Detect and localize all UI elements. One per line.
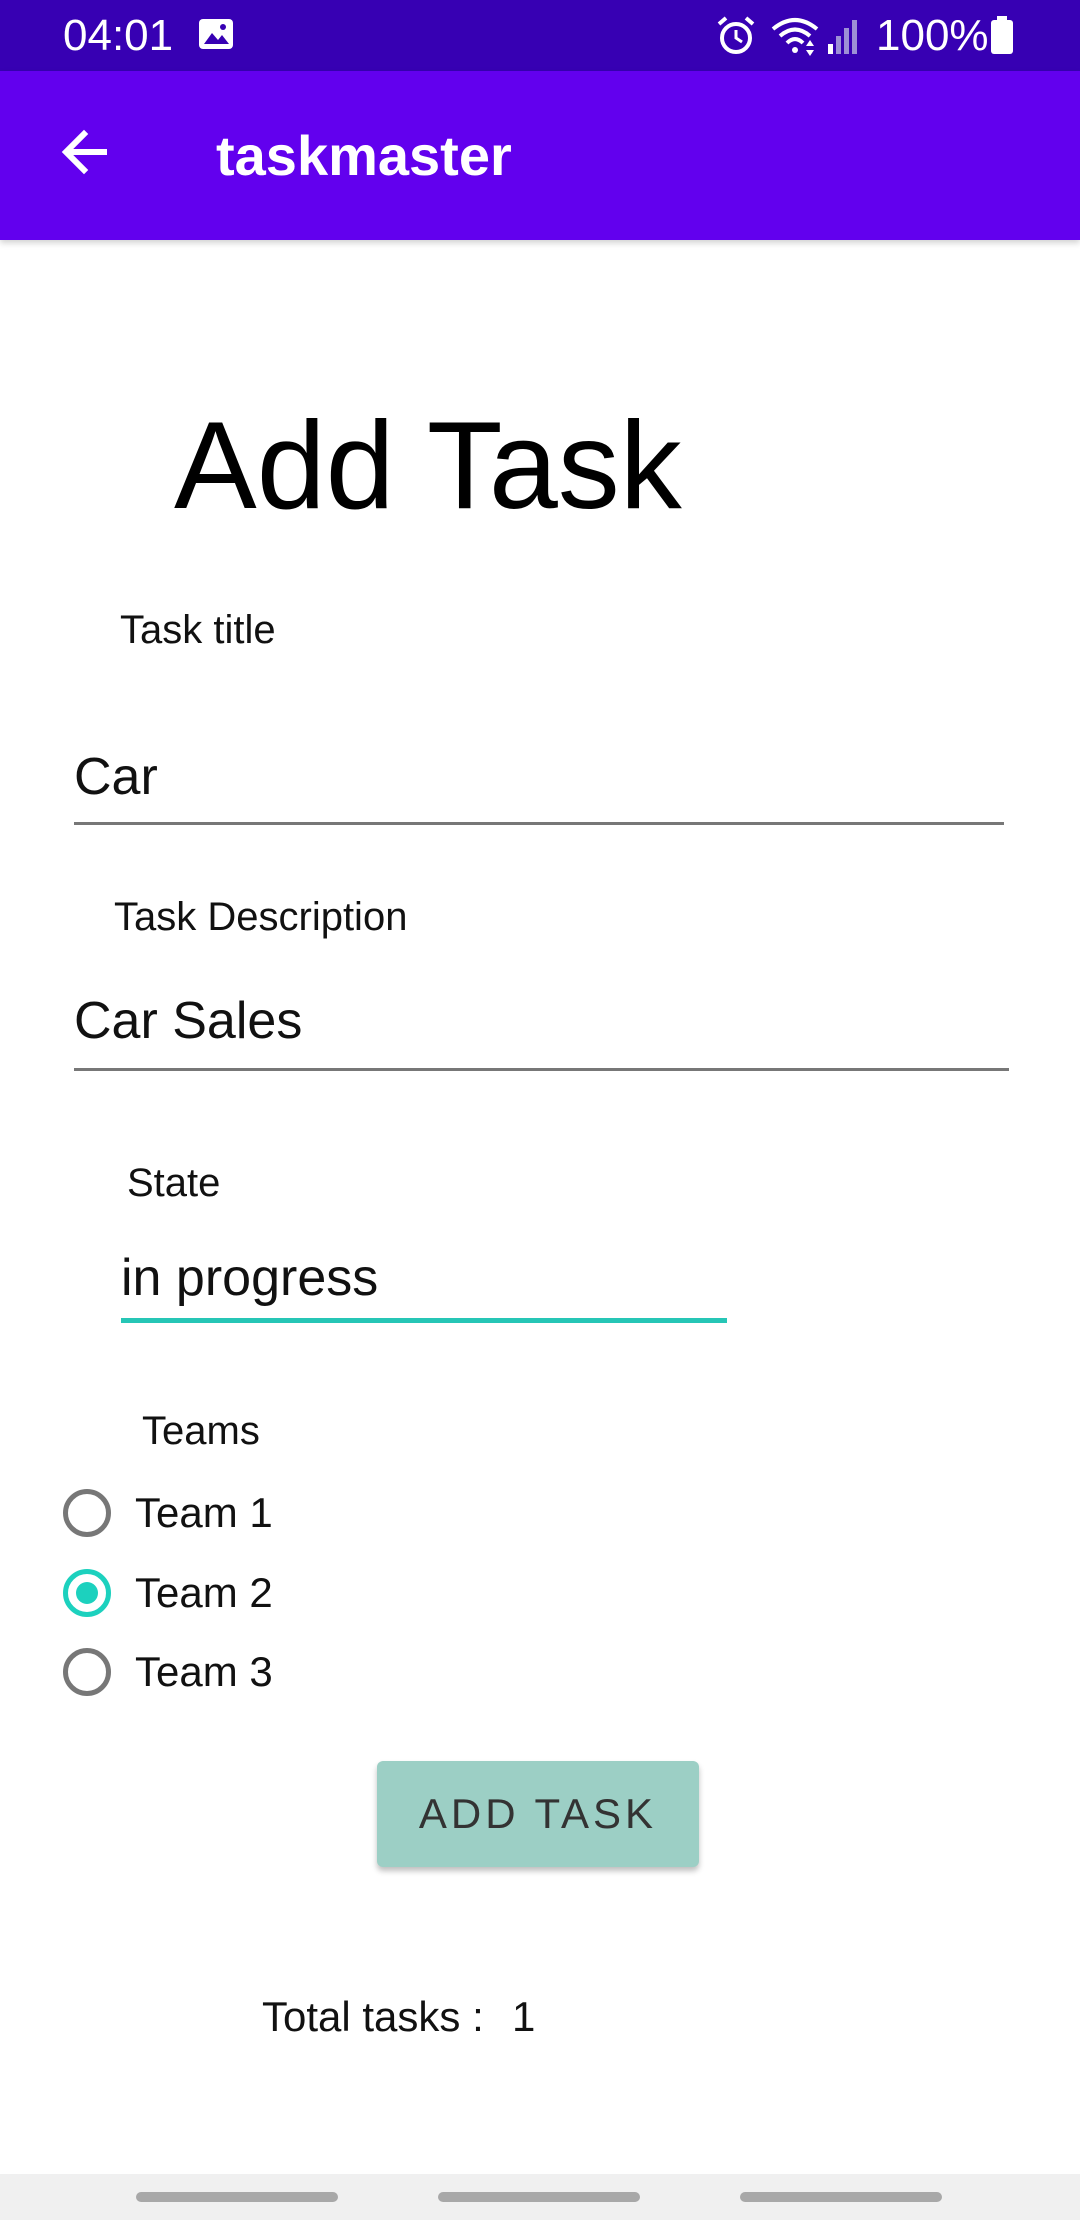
signal-icon [826, 14, 862, 63]
state-input[interactable]: in progress [121, 1245, 727, 1311]
back-button[interactable] [40, 106, 128, 202]
state-underline-focused [121, 1318, 727, 1323]
task-description-underline [74, 1068, 1009, 1071]
team-3-radio[interactable]: Team 3 [60, 1635, 273, 1709]
task-description-input[interactable]: Car Sales [74, 988, 1009, 1054]
add-task-button[interactable]: ADD TASK [377, 1761, 699, 1867]
app-title: taskmaster [216, 124, 512, 187]
teams-label: Teams [142, 1409, 260, 1453]
team-2-label: Team 2 [135, 1569, 273, 1616]
app-bar [0, 71, 1080, 240]
team-3-label: Team 3 [135, 1648, 273, 1695]
page-title: Add Task [174, 397, 682, 535]
task-title-underline [74, 822, 1004, 825]
state-label: State [127, 1161, 221, 1205]
nav-back-button[interactable] [740, 2192, 942, 2202]
arrow-left-icon [58, 126, 110, 183]
team-1-radio[interactable]: Team 1 [60, 1476, 273, 1550]
nav-recents-button[interactable] [136, 2192, 338, 2202]
radio-unchecked-icon [63, 1648, 111, 1696]
total-tasks-value: 1 [512, 1993, 536, 2040]
battery-percentage: 100% [876, 11, 989, 60]
team-1-label: Team 1 [135, 1489, 273, 1536]
wifi-icon [770, 14, 820, 63]
alarm-icon [714, 14, 758, 63]
status-time: 04:01 [63, 11, 174, 60]
radio-unchecked-icon [63, 1489, 111, 1537]
battery-icon [988, 14, 1016, 63]
task-title-input[interactable]: Car [74, 744, 1004, 810]
team-2-radio[interactable]: Team 2 [60, 1556, 273, 1630]
nav-home-button[interactable] [438, 2192, 640, 2202]
radio-checked-icon [63, 1569, 111, 1617]
image-icon [196, 14, 236, 59]
task-title-label: Task title [120, 608, 276, 652]
total-tasks-label: Total tasks : [262, 1993, 484, 2040]
task-description-label: Task Description [114, 895, 408, 939]
